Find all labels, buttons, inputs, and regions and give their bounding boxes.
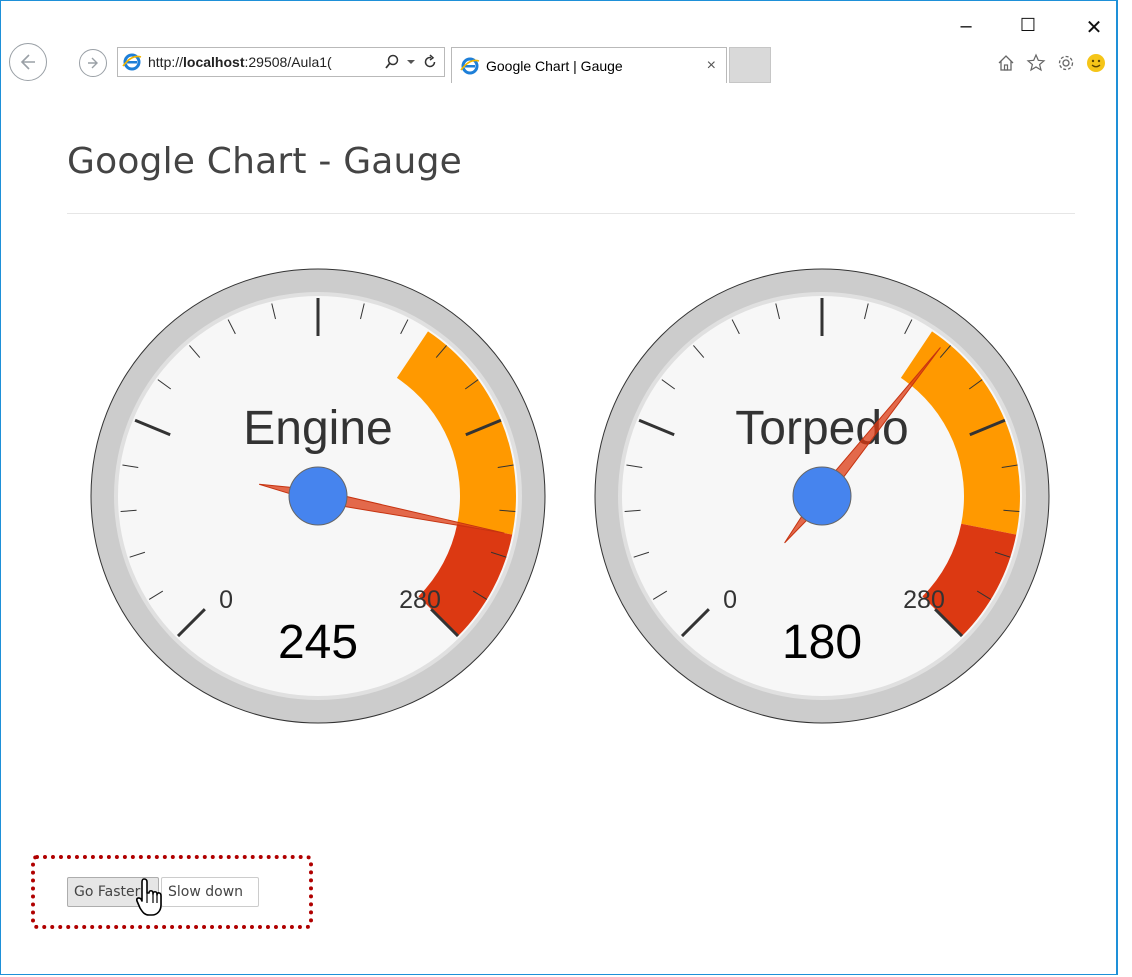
gauge-engine: Engine 0 280 245 [90,268,546,724]
tab-close-icon[interactable]: × [707,57,716,75]
gauge-value: 180 [782,616,862,669]
ie-logo-icon [122,53,142,71]
search-icon[interactable] [384,54,400,70]
address-bar[interactable]: http://localhost:29508/Aula1( [117,47,445,77]
gear-icon[interactable] [1056,53,1076,73]
close-button[interactable]: ✕ [1079,15,1109,40]
tab-label: Google Chart | Gauge [486,57,623,74]
page-title: Google Chart - Gauge [67,141,462,182]
favorites-star-icon[interactable] [1026,53,1046,73]
forward-button[interactable] [79,49,107,77]
new-tab-button[interactable] [729,47,771,83]
gauge-value: 245 [278,616,358,669]
url-host: localhost [183,54,245,70]
gauge-label: Torpedo [735,402,908,455]
browser-toolbar: http://localhost:29508/Aula1( Google Cha… [1,1,1116,91]
title-divider [67,213,1075,214]
smiley-feedback-icon[interactable] [1086,53,1106,73]
gauge-label: Engine [243,402,392,455]
url-scheme: http:// [148,54,184,70]
gauge-torpedo: Torpedo 0 280 180 [594,268,1050,724]
minimize-button[interactable]: – [951,15,981,38]
gauge-hub [288,466,348,526]
toolbar-icons [996,53,1106,73]
address-url: http://localhost:29508/Aula1( [148,54,384,70]
back-arrow-icon [20,54,35,70]
refresh-icon[interactable] [422,54,438,70]
gauge-hub [792,466,852,526]
hand-pointer-cursor-icon [136,878,162,916]
gauge-min-label: 0 [723,586,737,614]
slow-down-button[interactable]: Slow down [161,877,259,907]
forward-arrow-icon [88,57,98,69]
tab-google-chart-gauge[interactable]: Google Chart | Gauge × [451,47,727,83]
gauge-max-label: 280 [903,586,945,614]
gauge-max-label: 280 [399,586,441,614]
ie-logo-icon [460,57,480,74]
dropdown-arrow-icon[interactable] [406,54,416,70]
browser-window: http://localhost:29508/Aula1( Google Cha… [0,0,1118,975]
back-button[interactable] [9,43,47,81]
url-path: :29508/Aula1( [244,54,332,70]
home-icon[interactable] [996,53,1016,73]
gauge-min-label: 0 [219,586,233,614]
maximize-button[interactable]: ☐ [1013,15,1043,36]
